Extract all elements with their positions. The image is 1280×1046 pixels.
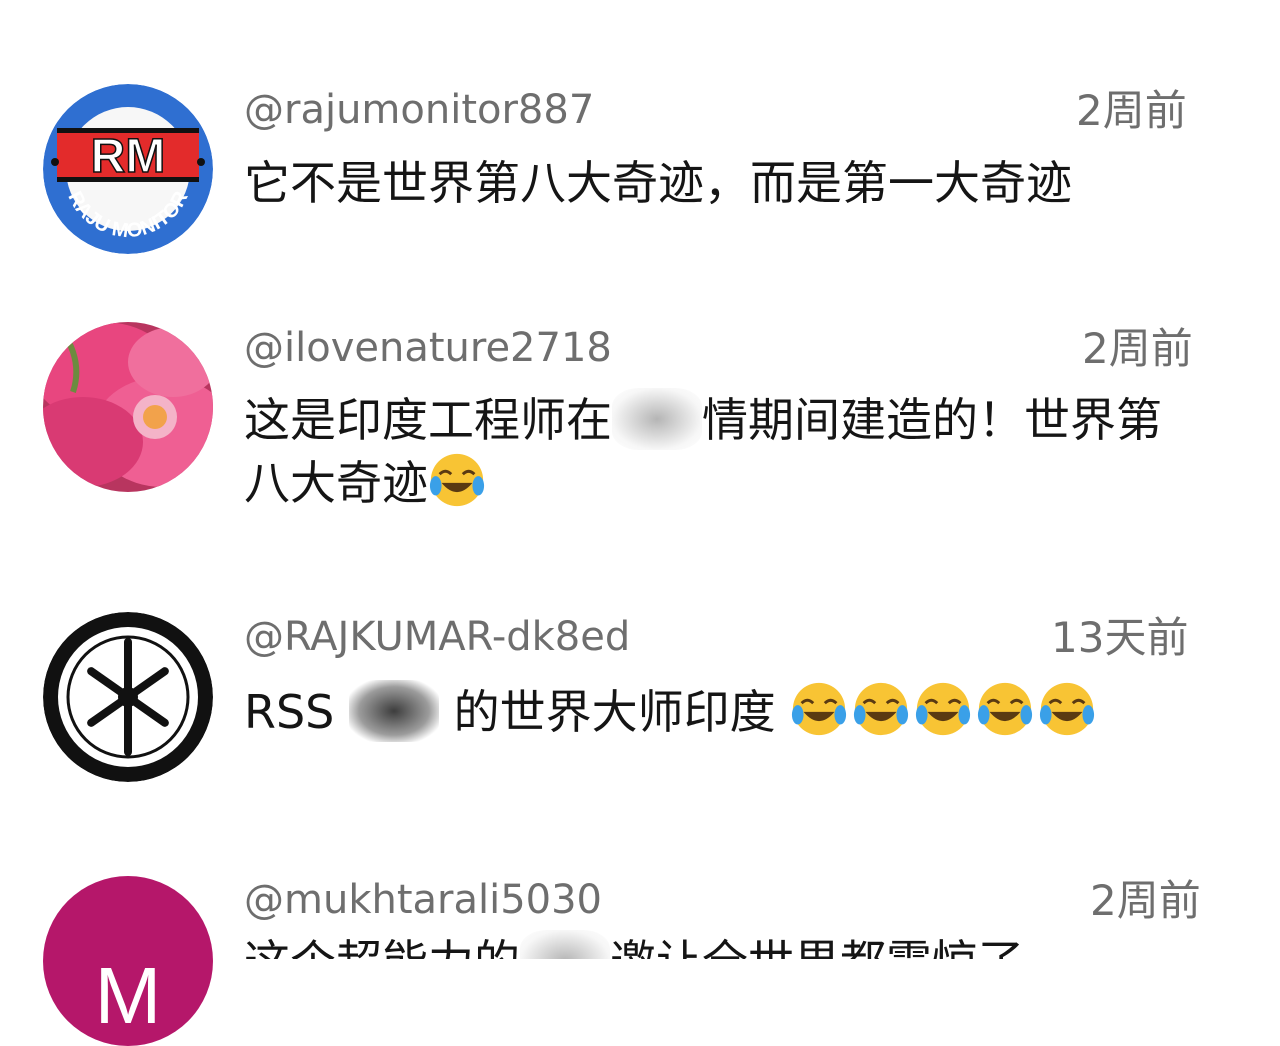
avatar[interactable]: [43, 322, 213, 492]
emoji-group: [790, 682, 1100, 739]
comment-text-part: 这个超能力的: [244, 935, 520, 959]
face-with-tears-of-joy-icon: [1040, 682, 1095, 736]
tuning-fork-emblem-icon: [43, 612, 213, 782]
redaction-blur: [520, 930, 610, 959]
redaction-scribble: [349, 680, 439, 742]
comment-text: 这个超能力的 邀让全世界都震惊了: [244, 930, 1204, 959]
comment-timestamp: 13天前: [1051, 613, 1189, 662]
comment-text-part: 邀让全世界都震惊了: [610, 935, 1024, 959]
comment-author[interactable]: @ilovenature2718: [244, 328, 612, 368]
comment-author[interactable]: @rajumonitor887: [244, 90, 594, 130]
avatar[interactable]: RM RAJU MONITOR: [43, 84, 213, 254]
comment-text-part: 这是印度工程师在: [244, 393, 612, 447]
comment-text: 这是印度工程师在 情期间建造的！世界第 八大奇迹: [244, 388, 1204, 514]
face-with-tears-of-joy-icon: [854, 682, 909, 736]
comment-text: RSS 的世界大师印度: [244, 680, 1244, 743]
comment-author[interactable]: @RAJKUMAR-dk8ed: [244, 617, 630, 657]
comment-text: 它不是世界第八大奇迹，而是第一大奇迹: [244, 156, 1072, 210]
comment-text-part: 情期间建造的！世界第: [702, 393, 1162, 447]
comment-text-part: 八大奇迹: [244, 456, 428, 510]
redaction-blur: [612, 388, 702, 450]
avatar[interactable]: M: [43, 876, 213, 1046]
avatar-letter: M: [94, 951, 162, 1040]
comment-text-part: 的世界大师印度: [453, 685, 776, 739]
face-with-tears-of-joy-icon: [429, 453, 485, 507]
comment-timestamp: 2周前: [1090, 876, 1201, 925]
face-with-tears-of-joy-icon: [792, 682, 847, 736]
comment-author[interactable]: @mukhtarali5030: [244, 880, 602, 920]
avatar[interactable]: [43, 612, 213, 782]
flower-photo-icon: [43, 322, 213, 492]
face-with-tears-of-joy-icon: [978, 682, 1033, 736]
comment-timestamp: 2周前: [1082, 324, 1193, 373]
svg-text:RM: RM: [91, 130, 166, 183]
comment-text-part: RSS: [244, 685, 335, 739]
raju-monitor-logo-icon: RM RAJU MONITOR: [43, 84, 213, 254]
comment-timestamp: 2周前: [1076, 86, 1187, 135]
face-with-tears-of-joy-icon: [916, 682, 971, 736]
